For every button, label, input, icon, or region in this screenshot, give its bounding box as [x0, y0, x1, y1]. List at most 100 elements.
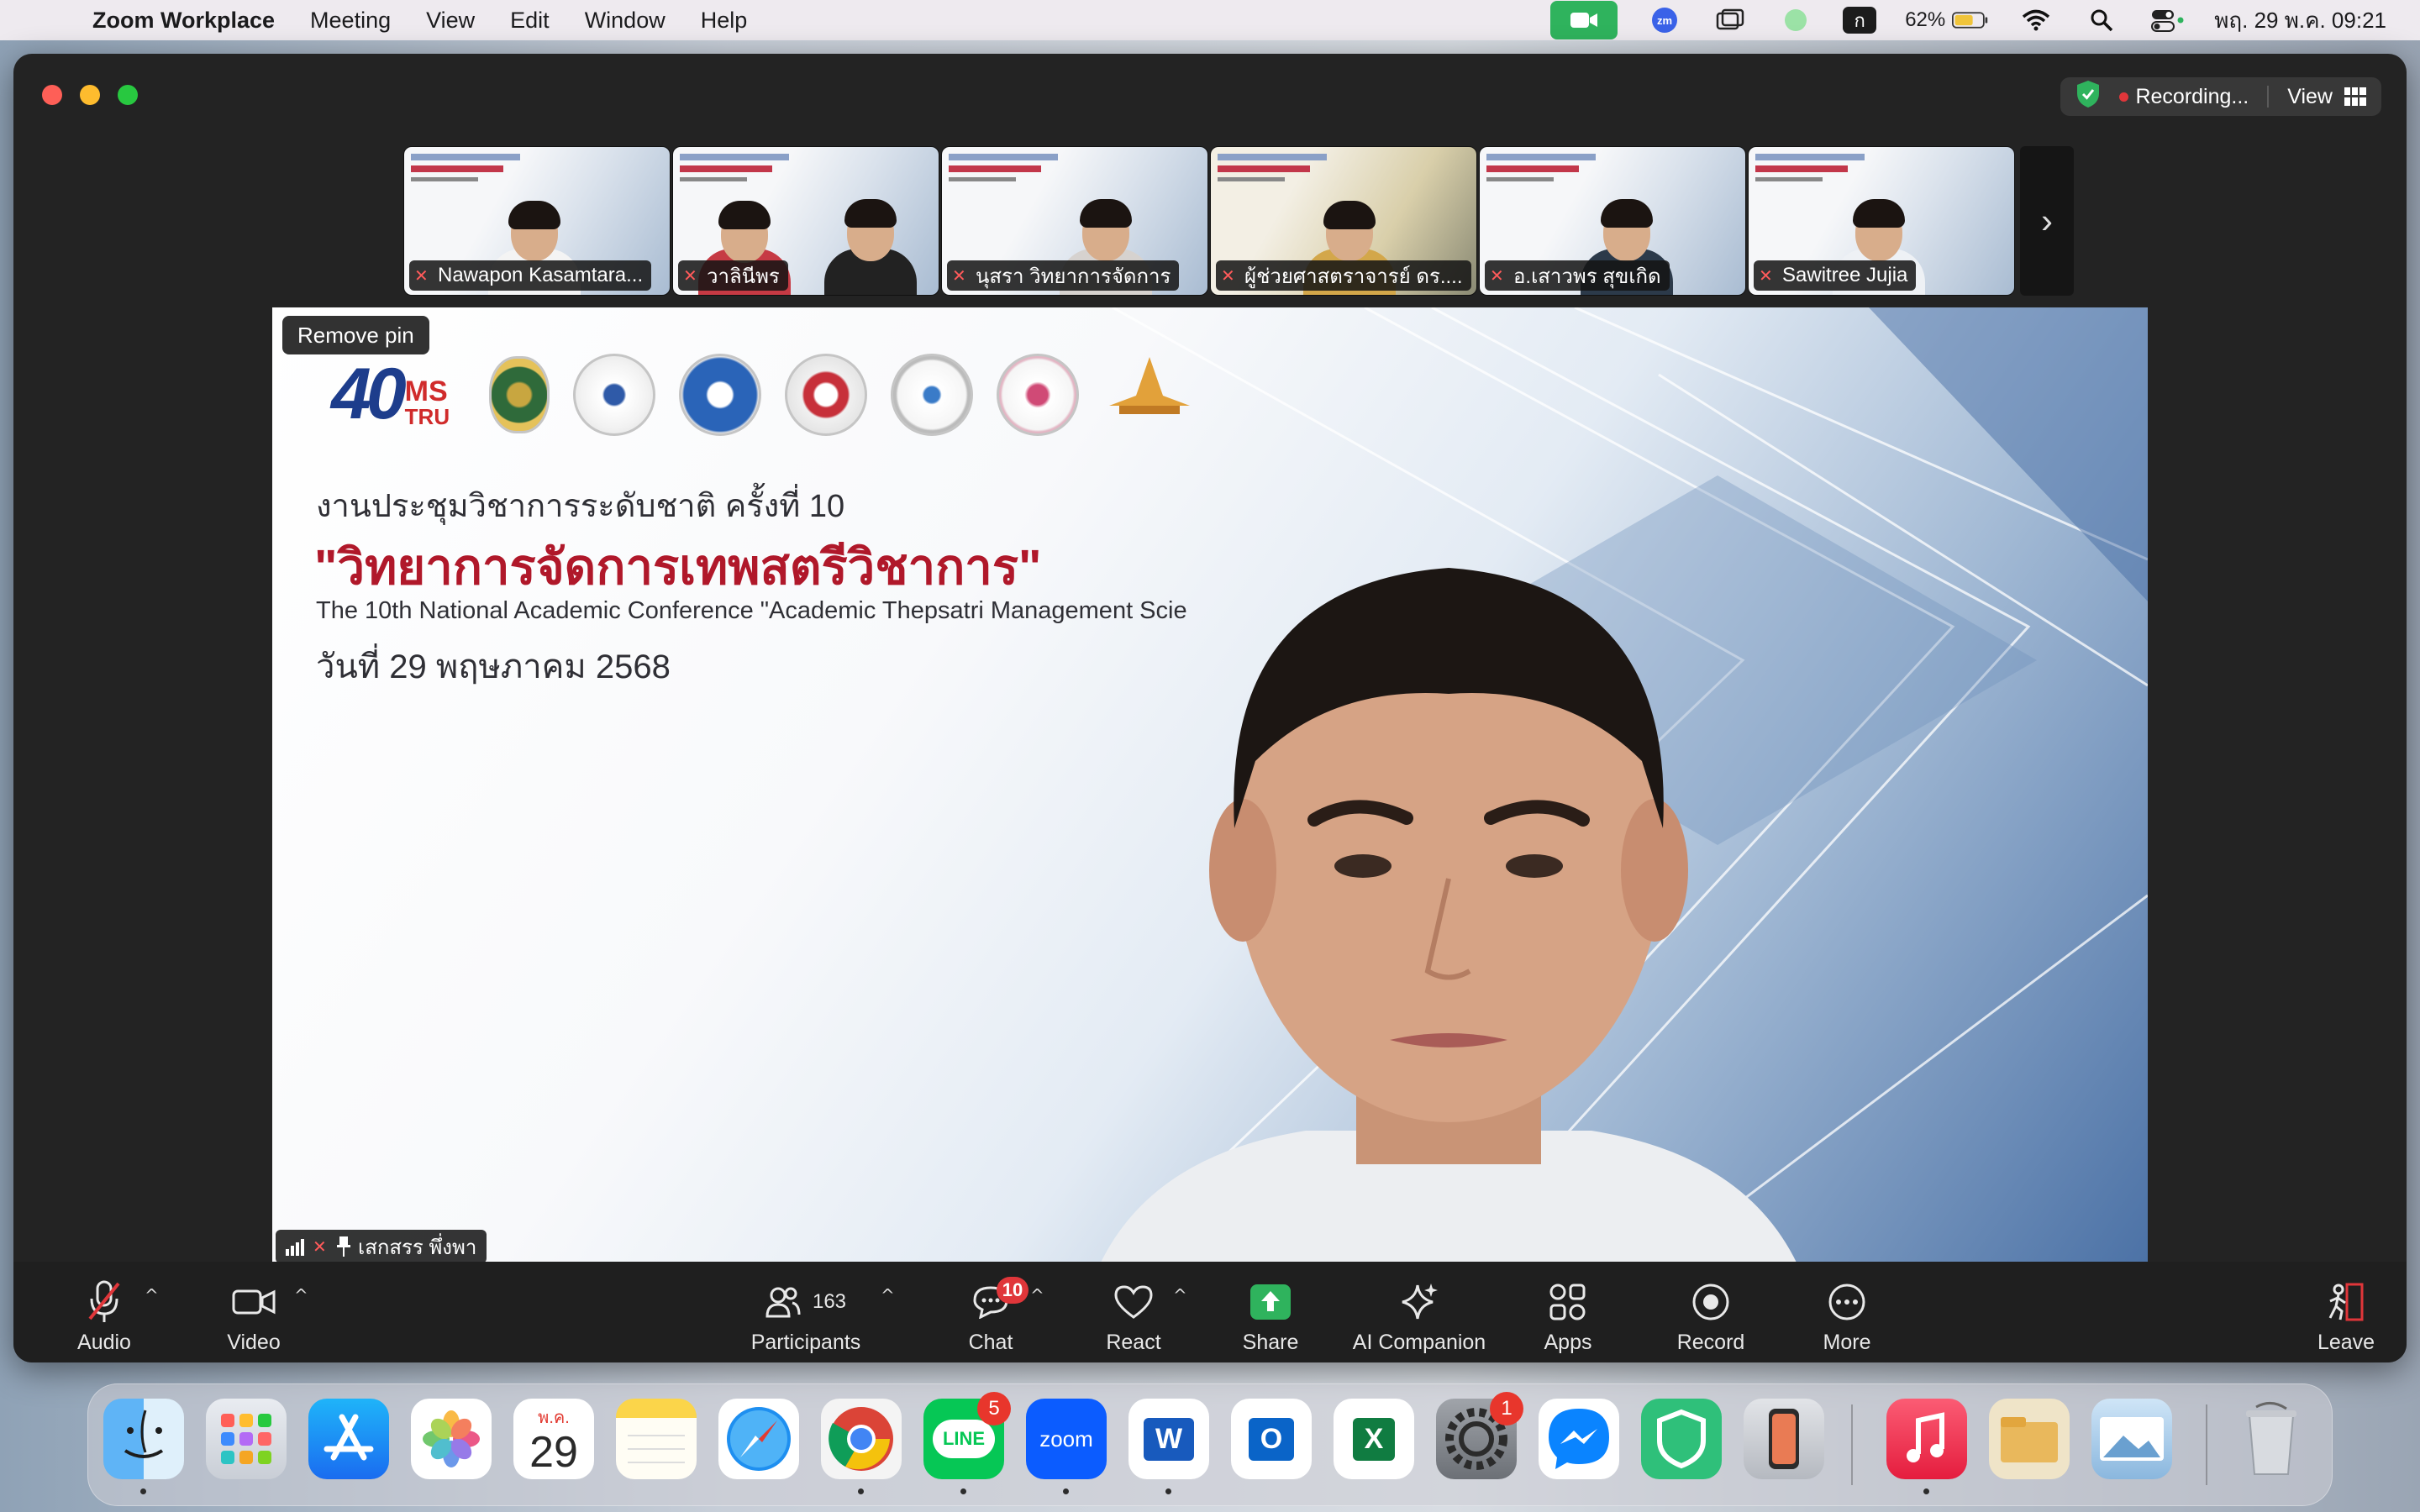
chat-button[interactable]: Chat [949, 1262, 1033, 1362]
video-options-chevron-icon[interactable]: ^ [294, 1285, 308, 1305]
mic-muted-icon: ✕ [952, 265, 966, 286]
participant-tile[interactable]: ✕ Nawapon Kasamtara... [403, 146, 671, 296]
minimize-window-button[interactable] [80, 85, 100, 105]
finder-icon[interactable] [103, 1399, 184, 1479]
app-store-icon[interactable] [308, 1399, 389, 1479]
participant-video [824, 194, 917, 295]
participant-tile[interactable]: ✕ นุสรา วิทยาการจัดการ [941, 146, 1208, 296]
recording-view-pill: Recording... View [2060, 77, 2381, 116]
music-icon[interactable] [1886, 1399, 1967, 1479]
view-button[interactable]: View [2287, 85, 2366, 109]
menu-window[interactable]: Window [585, 8, 666, 34]
speaker-video [1100, 568, 1797, 1263]
participant-tile[interactable]: ✕ อ.เสาวพร สุขเกิด [1479, 146, 1746, 296]
participant-tile[interactable]: ✕ Sawitree Jujia [1748, 146, 2015, 296]
share-screen-icon [1250, 1277, 1291, 1327]
participant-tile[interactable]: ✕ ผู้ช่วยศาสตราจารย์ ดร.... [1210, 146, 1477, 296]
leave-button[interactable]: Leave [2304, 1262, 2388, 1362]
zoom-window-button[interactable] [118, 85, 138, 105]
menu-edit[interactable]: Edit [510, 8, 550, 34]
input-source-icon[interactable]: ก [1843, 7, 1877, 34]
participants-button[interactable]: 163 Participants [743, 1262, 869, 1362]
menu-help[interactable]: Help [701, 8, 748, 34]
line-icon[interactable]: LINE 5 [923, 1392, 1011, 1479]
zoom-meeting-window: Recording... View ✕Nawapon Kasamtara... [13, 54, 2407, 1362]
mic-muted-icon: ✕ [683, 265, 697, 286]
menu-view[interactable]: View [426, 8, 475, 34]
running-indicator [1063, 1488, 1069, 1494]
heart-icon [1113, 1277, 1154, 1327]
audio-button[interactable]: Audio [62, 1262, 146, 1362]
battery-icon[interactable] [1952, 7, 1989, 34]
notes-icon[interactable] [616, 1399, 697, 1479]
slide-logos: 40 MS TRU [331, 354, 1197, 436]
video-button[interactable]: Video [212, 1262, 296, 1362]
participant-name-label: ✕ ผู้ช่วยศาสตราจารย์ ดร.... [1216, 260, 1471, 291]
apps-grid-icon [1549, 1277, 1587, 1327]
speaker-name-label: ✕ เสกสรร พึ่งพา [276, 1230, 487, 1263]
record-button[interactable]: Record [1665, 1262, 1757, 1362]
filmstrip-next-button[interactable]: › [2020, 146, 2074, 296]
recording-status[interactable]: Recording... [2135, 85, 2249, 109]
red-emblem-icon [785, 354, 867, 436]
ai-companion-button[interactable]: AI Companion [1339, 1262, 1499, 1362]
line-status-icon[interactable] [1777, 7, 1814, 34]
iphone-mirroring-icon[interactable] [1744, 1399, 1824, 1479]
remove-pin-button[interactable]: Remove pin [282, 316, 429, 354]
apps-button[interactable]: Apps [1526, 1262, 1610, 1362]
leave-door-icon [2325, 1277, 2367, 1327]
menubar-clock[interactable]: พฤ. 29 พ.ค. 09:21 [2214, 3, 2386, 38]
zoom-video-status-icon[interactable] [1550, 1, 1618, 39]
safari-icon[interactable] [718, 1399, 799, 1479]
excel-icon[interactable]: X [1334, 1399, 1414, 1479]
line-notification-badge: 5 [977, 1392, 1011, 1425]
word-icon[interactable]: W [1128, 1399, 1209, 1479]
folder-icon[interactable] [1989, 1399, 2070, 1479]
participant-name-label: ✕ อ.เสาวพร สุขเกิด [1485, 260, 1670, 291]
close-window-button[interactable] [42, 85, 62, 105]
shield-app-icon[interactable] [1641, 1399, 1722, 1479]
react-button[interactable]: React [1092, 1262, 1176, 1362]
running-indicator [960, 1488, 966, 1494]
shield-check-icon[interactable] [2075, 80, 2101, 114]
participant-name-label: ✕ วาลินีพร [678, 260, 788, 291]
slide-title: "วิทยาการจัดการเทพสตรีวิชาการ" [314, 540, 1042, 595]
react-options-chevron-icon[interactable]: ^ [1173, 1285, 1187, 1305]
outlook-icon[interactable]: O [1231, 1399, 1312, 1479]
more-button[interactable]: More [1805, 1262, 1889, 1362]
calendar-icon[interactable]: พ.ค. 29 [513, 1399, 594, 1479]
zoom-menu-icon[interactable]: zm [1646, 7, 1683, 34]
status-area: zm ก 62% พฤ. 29 พ.ค. 09:21 [1550, 0, 2386, 40]
menu-bar: Zoom Workplace Meeting View Edit Window … [0, 0, 2420, 40]
wifi-icon[interactable] [2018, 7, 2054, 34]
chrome-icon[interactable] [821, 1399, 902, 1479]
pill-divider [2267, 86, 2270, 108]
chat-unread-badge: 10 [997, 1277, 1028, 1304]
system-settings-icon[interactable]: 1 [1436, 1392, 1523, 1479]
chat-options-chevron-icon[interactable]: ^ [1030, 1285, 1044, 1305]
zoom-app-icon[interactable]: zoom [1026, 1399, 1107, 1479]
screens-icon[interactable] [1712, 7, 1749, 34]
slide-thumbnail-header [1755, 154, 1865, 181]
participant-name-label: ✕ Nawapon Kasamtara... [409, 260, 652, 291]
audio-options-chevron-icon[interactable]: ^ [145, 1285, 159, 1305]
share-button[interactable]: Share [1228, 1262, 1313, 1362]
signal-strength-icon [286, 1239, 304, 1256]
participants-options-chevron-icon[interactable]: ^ [881, 1285, 895, 1305]
mic-muted-icon: ✕ [313, 1236, 327, 1257]
launchpad-icon[interactable] [206, 1399, 287, 1479]
running-indicator [858, 1488, 864, 1494]
spotlight-search-icon[interactable] [2083, 7, 2120, 34]
preview-image-icon[interactable] [2091, 1399, 2172, 1479]
messenger-icon[interactable] [1539, 1399, 1619, 1479]
menu-app-name[interactable]: Zoom Workplace [92, 8, 275, 34]
pinned-speaker-video[interactable]: Remove pin 40 MS TRU งานประชุมวิชาการระด… [272, 307, 2148, 1263]
slide-thumbnail-header [949, 154, 1058, 181]
slide-thumbnail-header [680, 154, 789, 181]
photos-icon[interactable] [411, 1399, 492, 1479]
menu-meeting[interactable]: Meeting [310, 8, 391, 34]
control-center-icon[interactable] [2149, 7, 2186, 34]
mic-muted-icon: ✕ [1221, 265, 1235, 286]
trash-icon[interactable] [2231, 1399, 2312, 1479]
participant-tile[interactable]: ✕ วาลินีพร [672, 146, 939, 296]
